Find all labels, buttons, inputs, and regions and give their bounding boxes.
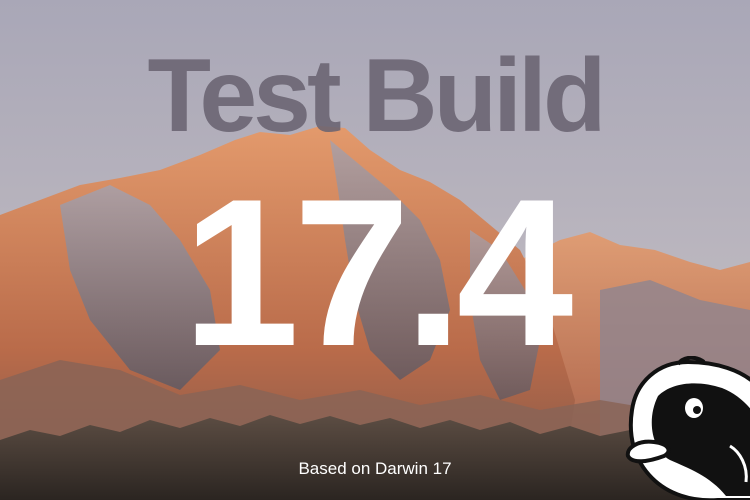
version-number: 17.4 — [182, 155, 574, 390]
puffin-mascot-icon — [625, 356, 750, 500]
build-title: Test Build — [147, 38, 607, 154]
wallpaper-canvas: Test Build 17.4 Based on Darwin 17 — [0, 0, 750, 500]
